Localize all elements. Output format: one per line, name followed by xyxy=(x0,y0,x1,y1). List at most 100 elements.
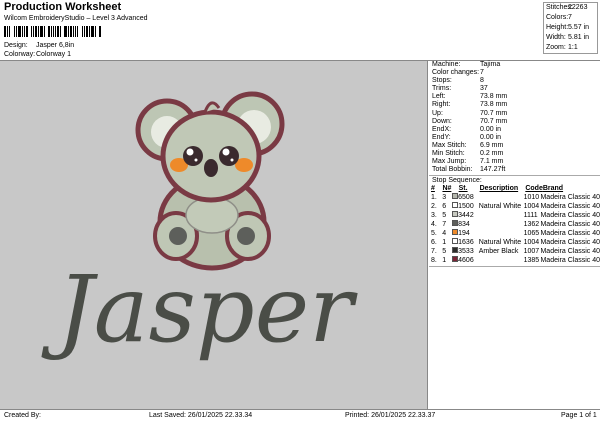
barcode-bar xyxy=(82,26,83,37)
barcode-bar xyxy=(73,26,74,37)
design-name-text: Jasper xyxy=(41,256,358,363)
stop-sequence: Stop Sequence: # N# St. Description Code… xyxy=(429,176,600,268)
row-brand: Madeira Classic 40 xyxy=(540,202,600,210)
koala-embroidery-image: Jasper xyxy=(41,91,358,363)
koala-left-eye-sparkle xyxy=(194,158,198,162)
param-row: Down: 70.7 mm xyxy=(429,118,600,126)
row-num: 3. xyxy=(431,211,437,219)
row-description: Natural White xyxy=(478,238,522,246)
design-label: Design: xyxy=(4,42,28,49)
param-row: Color changes: 7 xyxy=(429,69,600,77)
param-row: Min Stitch: 0.2 mm xyxy=(429,150,600,158)
barcode-bar xyxy=(33,26,34,37)
param-row: Stops: 8 xyxy=(429,77,600,85)
barcode-bar xyxy=(89,26,90,37)
color-swatch xyxy=(451,193,458,200)
stat-colors: Colors: 7 xyxy=(546,13,595,23)
param-value: 0.2 mm xyxy=(480,150,504,158)
barcode-bar xyxy=(18,26,21,37)
param-value: 147.27ft xyxy=(480,166,506,174)
color-swatch xyxy=(451,211,458,218)
param-value: 0.00 in xyxy=(480,125,502,133)
param-value: 7.1 mm xyxy=(480,158,504,166)
param-label: Color changes: xyxy=(432,69,480,77)
row-brand: Madeira Classic 40 xyxy=(540,211,600,219)
barcode-bar xyxy=(51,26,52,37)
stop-sequence-row: 1. 3 6508 1010 Madeira Classic 40 xyxy=(429,193,600,202)
param-label: Max Jump: xyxy=(432,158,467,166)
row-num: 4. xyxy=(431,220,437,228)
param-value: 37 xyxy=(480,85,488,93)
page-title: Production Worksheet xyxy=(4,1,122,13)
row-code: 1362 xyxy=(523,220,540,228)
barcode-bar xyxy=(86,26,88,37)
footer-page: Page 1 of 1 xyxy=(561,412,597,419)
row-num: 8. xyxy=(431,256,437,264)
stats-box: Stitches: 22263 Colors: 7 Height: 5.57 in W… xyxy=(543,2,598,54)
param-row: Left: 73.8 mm xyxy=(429,93,600,101)
koala-head xyxy=(160,109,262,203)
barcode-bar xyxy=(57,26,59,37)
row-description: Natural White xyxy=(478,202,522,210)
row-num: 5. xyxy=(431,229,437,237)
row-code: 1010 xyxy=(523,193,540,201)
row-brand: Madeira Classic 40 xyxy=(540,229,600,237)
param-label: Left: xyxy=(432,93,446,101)
row-description: Amber Black xyxy=(478,247,519,255)
barcode xyxy=(4,26,102,37)
koala-right-eye-sparkle xyxy=(230,158,234,162)
stat-value: 22263 xyxy=(568,4,588,11)
colorway-value: Colorway 1 xyxy=(36,51,72,58)
param-row: Machine: Tajima xyxy=(429,61,600,69)
row-stitches: 3442 xyxy=(458,211,474,219)
koala-left-eye-shine xyxy=(186,148,194,156)
header-code: Code xyxy=(525,185,543,193)
stat-width: Width: 5.81 in xyxy=(546,33,595,43)
stat-value: 5.57 in xyxy=(568,24,590,31)
param-row: Max Jump: 7.1 mm xyxy=(429,158,600,166)
stop-sequence-row: 8. 1 4606 1385 Madeira Classic 40 xyxy=(429,256,600,265)
stat-value: 5.81 in xyxy=(568,34,590,41)
stat-label: Stitches: xyxy=(546,4,573,11)
param-label: Down: xyxy=(432,117,452,125)
param-value: 0.00 in xyxy=(480,133,502,141)
barcode-bar xyxy=(68,26,69,37)
koala-right-eye-shine xyxy=(222,148,230,156)
barcode-bar xyxy=(62,26,63,37)
stop-sequence-row: 4. 7 834 1362 Madeira Classic 40 xyxy=(429,220,600,229)
koala-left-eye xyxy=(183,146,203,166)
barcode-bar xyxy=(24,26,25,37)
row-brand: Madeira Classic 40 xyxy=(540,193,600,201)
barcode-bar xyxy=(38,26,39,37)
row-stop: 3 xyxy=(442,193,447,201)
stat-zoom: Zoom: 1:1 xyxy=(546,43,595,53)
param-label: EndX: xyxy=(432,125,452,133)
header-stop: N# xyxy=(442,185,452,193)
param-row: Trims: 37 xyxy=(429,85,600,93)
row-code: 1111 xyxy=(523,211,538,219)
param-value: 8 xyxy=(480,77,484,85)
row-stitches: 1500 xyxy=(458,202,474,210)
row-stitches: 6508 xyxy=(458,193,474,201)
koala-right-paw-pad xyxy=(237,227,255,245)
param-value: 73.8 mm xyxy=(480,101,508,109)
barcode-bar xyxy=(77,26,78,37)
barcode-bar xyxy=(14,26,15,37)
stat-label: Zoom: xyxy=(546,44,566,51)
header-brand: Brand xyxy=(542,185,564,193)
stop-sequence-row: 5. 4 194 1065 Madeira Classic 40 xyxy=(429,229,600,238)
color-swatch xyxy=(451,238,458,245)
row-brand: Madeira Classic 40 xyxy=(540,256,600,264)
row-stop: 4 xyxy=(442,229,447,237)
row-stitches: 834 xyxy=(458,220,470,228)
stop-sequence-rows: 1. 3 6508 1010 Madeira Classic 40 2. 6 1500 Natu… xyxy=(429,193,600,265)
param-label: Max Stitch: xyxy=(432,141,467,149)
barcode-bar xyxy=(48,26,50,37)
barcode-bar xyxy=(53,26,54,37)
barcode-bar xyxy=(16,26,17,37)
barcode-bar xyxy=(97,26,98,37)
stat-value: 7 xyxy=(568,14,572,21)
software-name: Wilcom EmbroideryStudio – Level 3 Advanc… xyxy=(4,15,148,22)
row-num: 2. xyxy=(431,202,437,210)
param-value: 7 xyxy=(480,69,484,77)
